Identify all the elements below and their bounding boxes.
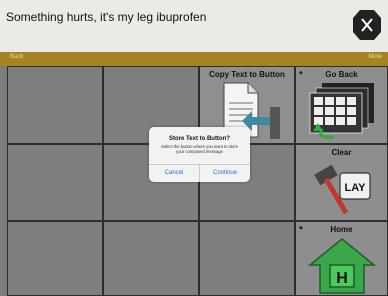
message-text: Something hurts, it's my leg ibuprofen [6, 10, 207, 24]
grid-cell-empty[interactable] [7, 221, 103, 296]
clear-label: Clear [331, 148, 352, 157]
house-icon: H [308, 238, 376, 294]
message-bar: Something hurts, it's my leg ibuprofen [0, 0, 388, 52]
home-button[interactable]: ◆ Home H [295, 221, 388, 296]
more-link[interactable]: More [368, 54, 382, 60]
x-clear-icon[interactable] [352, 8, 382, 42]
go-back-label: Go Back [325, 70, 358, 79]
home-letter: H [336, 270, 348, 287]
nav-bar: Back More [0, 52, 388, 66]
continue-button[interactable]: Continue [200, 164, 250, 182]
back-link[interactable]: Back [10, 54, 23, 60]
dialog-message: Select the button where you want to stor… [160, 144, 239, 154]
cancel-button[interactable]: Cancel [149, 164, 199, 182]
grid-cell-empty[interactable] [199, 221, 295, 296]
clear-key-letter: LAY [345, 182, 367, 194]
grid-cell-empty[interactable] [7, 144, 103, 221]
store-text-dialog: Store Text to Button? Select the button … [149, 127, 250, 182]
home-label: Home [330, 225, 353, 234]
copy-text-label: Copy Text to Button [209, 70, 285, 79]
grid-cell-empty[interactable] [7, 66, 103, 144]
go-back-button[interactable]: ◆ Go Back [295, 66, 388, 144]
hammer-key-icon: LAY [314, 164, 371, 215]
dialog-title: Store Text to Button? [169, 136, 230, 142]
keyboard-back-arrow-icon [309, 83, 374, 139]
grid-cell-empty[interactable] [103, 221, 199, 296]
clear-button[interactable]: Clear LAY [295, 144, 388, 221]
